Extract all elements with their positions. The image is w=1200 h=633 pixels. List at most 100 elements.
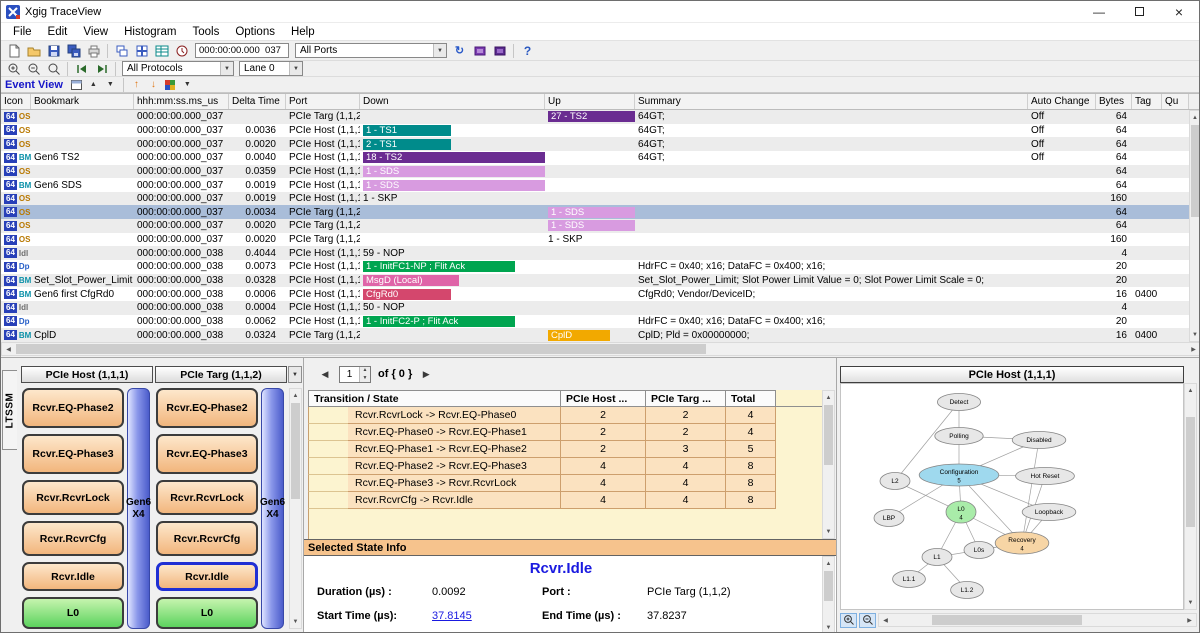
close-button[interactable]: × (1159, 1, 1199, 22)
tile-windows-button[interactable] (132, 42, 151, 59)
state-node-l0s[interactable]: L0s (964, 542, 994, 559)
start-time-link[interactable]: 37.8145 (432, 610, 472, 622)
scroll-down-button[interactable]: ▼ (823, 525, 834, 538)
scroll-up-button[interactable]: ▲ (823, 391, 834, 404)
transition-column-transition-state[interactable]: Transition / State (308, 390, 561, 407)
column-header-up[interactable]: Up (545, 94, 635, 109)
table-row[interactable]: 64BMGen6 first CfgRd0000:00:00.000_0380.… (1, 287, 1189, 301)
state-node-hot-reset[interactable]: Hot Reset (1016, 468, 1075, 485)
ltssm-state-rcvr-eq-phase2[interactable]: Rcvr.EQ-Phase2 (22, 388, 124, 428)
table-row[interactable]: 64OS000:00:00.000_037PCIe Targ (1,1,2)27… (1, 110, 1189, 124)
table-row[interactable]: 64OS000:00:00.000_0370.0020PCIe Targ (1,… (1, 219, 1189, 233)
ltssm-state-rcvr-eq-phase3[interactable]: Rcvr.EQ-Phase3 (156, 434, 258, 474)
time-display[interactable]: 000:00:00.000 037 (195, 43, 289, 58)
state-node-l1[interactable]: L1 (922, 549, 952, 566)
table-row[interactable]: 64Dp000:00:00.000_0380.0073PCIe Host (1,… (1, 260, 1189, 274)
page-spinner[interactable]: 1 ▲▼ (339, 366, 371, 383)
ltssm-host-header[interactable]: PCIe Host (1,1,1) (21, 366, 153, 383)
menu-item-file[interactable]: File (5, 25, 40, 39)
column-header-down[interactable]: Down (360, 94, 545, 109)
prev-trigger-button[interactable]: ↑ (129, 78, 144, 92)
timer-button[interactable] (172, 42, 191, 59)
scroll-thumb[interactable] (16, 344, 706, 354)
table-row[interactable]: 64OS000:00:00.000_0370.0034PCIe Targ (1,… (1, 205, 1189, 219)
table-row[interactable]: 64Idl000:00:00.000_0380.0004PCIe Host (1… (1, 301, 1189, 315)
zoom-fit-button[interactable] (44, 60, 63, 77)
table-row[interactable]: 64Idl000:00:00.000_0380.4044PCIe Host (1… (1, 246, 1189, 260)
column-header-port[interactable]: Port (286, 94, 360, 109)
spin-up-icon[interactable]: ▲ (360, 367, 370, 375)
scroll-up-button[interactable]: ▲ (86, 78, 101, 92)
table-row[interactable]: 64OS000:00:00.000_0370.0036PCIe Host (1,… (1, 124, 1189, 138)
diagram-zoom-in-button[interactable] (840, 613, 857, 628)
table-row[interactable]: 64Dp000:00:00.000_0380.0062PCIe Host (1,… (1, 315, 1189, 329)
scroll-thumb[interactable] (824, 571, 833, 601)
state-node-l1-2[interactable]: L1.2 (951, 582, 984, 599)
column-header-auto-change[interactable]: Auto Change (1028, 94, 1096, 109)
state-node-configuration[interactable]: Configuration5 (919, 464, 999, 486)
goto-first-button[interactable] (72, 60, 91, 77)
detach-view-button[interactable] (69, 78, 84, 92)
transition-row[interactable]: Rcvr.RcvrLock -> Rcvr.EQ-Phase0224 (308, 407, 822, 424)
transition-column-pcie-targ[interactable]: PCIe Targ ... (646, 390, 726, 407)
table-row[interactable]: 64OS000:00:00.000_0370.0019PCIe Host (1,… (1, 192, 1189, 206)
ltssm-tab[interactable]: LTSSM (2, 370, 17, 450)
goto-last-button[interactable] (92, 60, 111, 77)
table-row[interactable]: 64BMGen6 SDS000:00:00.000_0370.0019PCIe … (1, 178, 1189, 192)
transition-row[interactable]: Rcvr.EQ-Phase0 -> Rcvr.EQ-Phase1224 (308, 424, 822, 441)
scroll-down-button[interactable]: ▼ (1185, 596, 1196, 609)
transition-row[interactable]: Rcvr.EQ-Phase3 -> Rcvr.RcvrLock448 (308, 475, 822, 492)
minimize-button[interactable]: — (1079, 1, 1119, 22)
state-node-polling[interactable]: Polling (935, 428, 983, 445)
zoom-in-button[interactable] (4, 60, 23, 77)
column-header-delta-time[interactable]: Delta Time (229, 94, 286, 109)
transition-row[interactable]: Rcvr.EQ-Phase1 -> Rcvr.EQ-Phase2235 (308, 441, 822, 458)
table-row[interactable]: 64BMCplD000:00:00.000_0380.0324PCIe Targ… (1, 328, 1189, 342)
menu-item-tools[interactable]: Tools (184, 25, 227, 39)
column-header-qu[interactable]: Qu (1162, 94, 1189, 109)
ltssm-state-rcvr-rcvrcfg[interactable]: Rcvr.RcvrCfg (156, 521, 258, 556)
diagram-zoom-out-button[interactable] (859, 613, 876, 628)
transition-row[interactable]: Rcvr.EQ-Phase2 -> Rcvr.EQ-Phase3448 (308, 458, 822, 475)
scroll-down-button[interactable]: ▼ (290, 615, 301, 628)
ltssm-state-rcvr-eq-phase3[interactable]: Rcvr.EQ-Phase3 (22, 434, 124, 474)
ltssm-state-rcvr-rcvrlock[interactable]: Rcvr.RcvrLock (156, 480, 258, 515)
ltssm-state-l0[interactable]: L0 (156, 597, 258, 629)
ltssm-state-l0[interactable]: L0 (22, 597, 124, 629)
scroll-left-button[interactable]: ◀ (879, 614, 892, 626)
menu-item-help[interactable]: Help (283, 25, 323, 39)
zoom-out-button[interactable] (24, 60, 43, 77)
table-row[interactable]: 64BMGen6 TS2000:00:00.000_0370.0040PCIe … (1, 151, 1189, 165)
ltssm-targ-header[interactable]: PCIe Targ (1,1,2) (155, 366, 287, 383)
scroll-up-button[interactable]: ▲ (290, 389, 301, 402)
scroll-thumb[interactable] (1191, 125, 1199, 217)
view-options-button[interactable]: ▼ (180, 78, 195, 92)
refresh-button[interactable]: ↻ (450, 42, 469, 59)
state-node-l0[interactable]: L04 (946, 501, 976, 523)
ltssm-state-rcvr-eq-phase2[interactable]: Rcvr.EQ-Phase2 (156, 388, 258, 428)
state-node-l2[interactable]: L2 (880, 473, 910, 490)
transition-column-total[interactable]: Total (726, 390, 776, 407)
table-row[interactable]: 64OS000:00:00.000_0370.0359PCIe Host (1,… (1, 165, 1189, 179)
next-page-button[interactable]: ▶ (419, 369, 433, 380)
column-header-bookmark[interactable]: Bookmark (31, 94, 134, 109)
maximize-button[interactable] (1119, 1, 1159, 22)
state-node-detect[interactable]: Detect (937, 394, 980, 411)
scroll-right-button[interactable]: ▶ (1183, 614, 1196, 626)
event-table-button[interactable] (152, 42, 171, 59)
column-header-hhh-mm-ss-ms-us[interactable]: hhh:mm:ss.ms_us (134, 94, 229, 109)
column-header-bytes[interactable]: Bytes (1096, 94, 1132, 109)
print-button[interactable] (84, 42, 103, 59)
next-trigger-button[interactable]: ↓ (146, 78, 161, 92)
analyzer-module-button[interactable] (470, 42, 489, 59)
decoder-module-button[interactable] (490, 42, 509, 59)
ltssm-port-dropdown[interactable]: ▼ (288, 366, 302, 383)
scroll-thumb[interactable] (932, 615, 1082, 625)
column-header-icon[interactable]: Icon (1, 94, 31, 109)
scroll-up-button[interactable]: ▲ (1185, 384, 1196, 397)
lane-select[interactable]: Lane 0 ▼ (239, 61, 303, 76)
menu-item-options[interactable]: Options (227, 25, 283, 39)
table-row[interactable]: 64OS000:00:00.000_0370.0020PCIe Targ (1,… (1, 233, 1189, 247)
prev-page-button[interactable]: ◀ (318, 369, 332, 380)
scroll-down-button[interactable]: ▼ (823, 621, 834, 633)
